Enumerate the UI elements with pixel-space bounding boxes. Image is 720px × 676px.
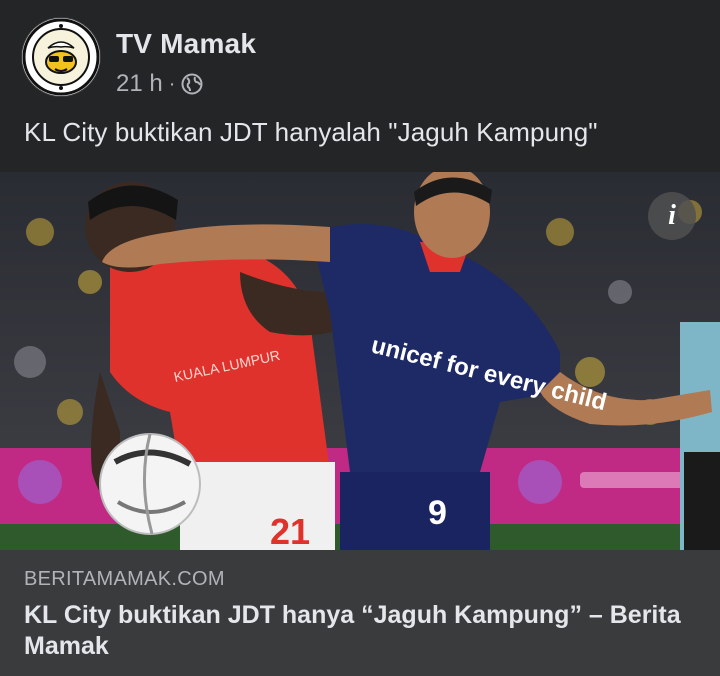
page-name[interactable]: TV Mamak [116, 28, 256, 60]
link-preview[interactable]: BERITAMAMAK.COM KL City buktikan JDT han… [0, 550, 720, 676]
post-meta: 21 h · [116, 70, 203, 98]
meta-separator: · [168, 72, 176, 95]
avatar-logo-icon [22, 18, 100, 96]
page-avatar[interactable] [22, 18, 100, 96]
red-shirt-number: 21 [270, 511, 310, 550]
post-timestamp[interactable]: 21 h [116, 70, 163, 98]
globe-icon[interactable] [181, 73, 203, 95]
post-image[interactable]: 21 KUALA LUMPUR unicef for every child 9 [0, 172, 720, 550]
facebook-post: TV Mamak 21 h · KL City buktikan JDT han… [0, 0, 720, 676]
post-header: TV Mamak 21 h · [0, 0, 720, 105]
info-icon[interactable]: i [648, 192, 696, 240]
blue-shirt-number: 9 [428, 494, 447, 532]
post-caption: KL City buktikan JDT hanyalah "Jaguh Kam… [24, 117, 598, 147]
link-title[interactable]: KL City buktikan JDT hanya “Jaguh Kampun… [24, 600, 694, 662]
football-match-photo: 21 KUALA LUMPUR unicef for every child 9 [0, 172, 720, 550]
link-domain: BERITAMAMAK.COM [24, 568, 225, 590]
